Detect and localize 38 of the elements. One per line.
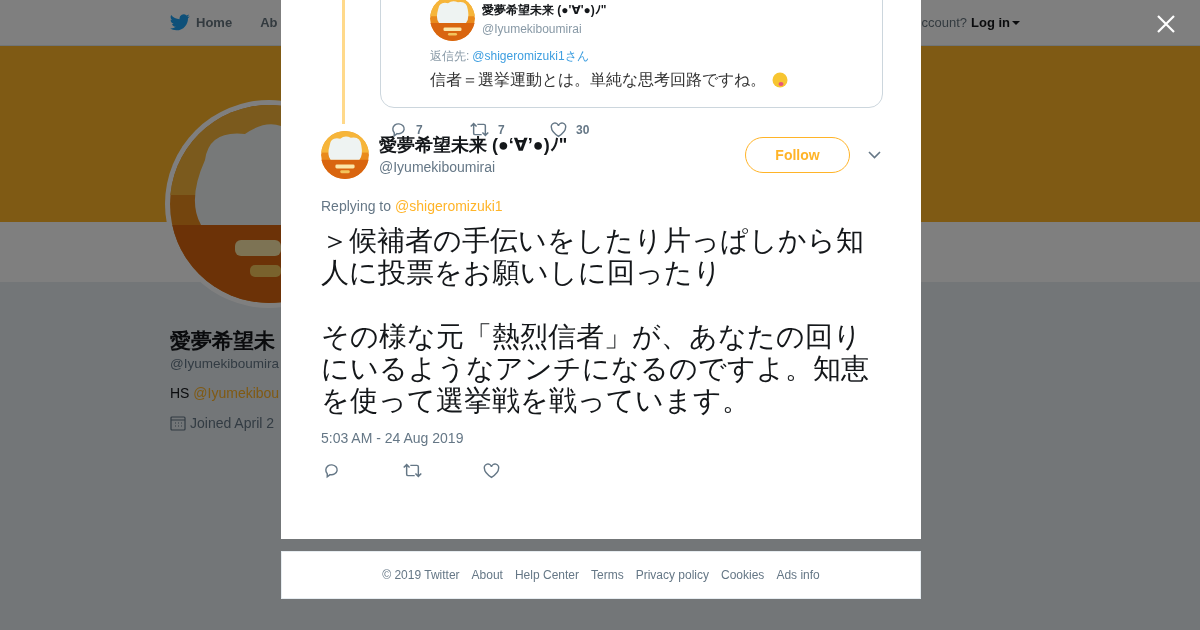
footer-link[interactable]: Terms: [591, 568, 624, 582]
login-prompt: ccount?: [921, 15, 967, 30]
footer-link[interactable]: About: [471, 568, 503, 582]
nav-link[interactable]: Ab: [260, 15, 278, 30]
heart-icon: [483, 462, 500, 479]
footer-link[interactable]: Privacy policy: [635, 568, 709, 582]
close-icon: [1157, 15, 1175, 33]
nav-link[interactable]: Home: [170, 14, 233, 31]
tweet-text: 信者＝選挙運動とは。単純な思考回路ですね。: [430, 70, 766, 90]
speech-bubble-icon: [323, 462, 340, 479]
tweet-time: 5:03 AM - 24 Aug 2019: [321, 429, 465, 447]
replying-label: Replying to: [321, 197, 392, 215]
caret-icon: [1012, 20, 1020, 25]
profile-name: 愛夢希望未: [170, 328, 275, 354]
footer-link[interactable]: © 2019 Twitter: [382, 568, 460, 582]
profile-handle: @Iyumekiboumira: [170, 356, 279, 371]
mention-link[interactable]: @shigeromizuki1さん: [472, 48, 589, 65]
profile-bio: HS @Iyumekibou: [170, 385, 280, 401]
footer-link[interactable]: Help Center: [514, 568, 579, 582]
login-link[interactable]: Log in: [971, 15, 1020, 30]
heart-icon: [550, 121, 567, 138]
footer-link[interactable]: Cookies: [721, 568, 765, 582]
close-button[interactable]: [1156, 14, 1176, 34]
chevron-down-icon: [868, 151, 881, 159]
reply-label: 返信先:: [430, 48, 470, 65]
retweet-icon: [403, 462, 422, 479]
joined-date: Joined April 2: [190, 415, 275, 431]
emoji-icon: [772, 72, 788, 88]
bird-icon: [170, 14, 190, 31]
calendar-icon: [170, 415, 186, 431]
more-button[interactable]: [868, 151, 881, 159]
tweet-paragraph: その様な元「熱烈信者」が、あなたの回りにいるようなアンチになるのですよ。知恵を使って選挙戦を戦っています。: [321, 321, 870, 417]
tweet-paragraph: ＞候補者の手伝いをしたり片っぱしから知人に投票をお願いしに回ったり: [321, 225, 865, 289]
footer-link[interactable]: Ads info: [776, 568, 820, 582]
author-name: 愛夢希望未来 (●'∀'●)ﾉ": [482, 1, 607, 19]
author-handle: @Iyumekiboumirai: [379, 158, 497, 176]
retweet-icon: [470, 121, 489, 138]
author-handle: @Iyumekiboumirai: [482, 21, 583, 36]
